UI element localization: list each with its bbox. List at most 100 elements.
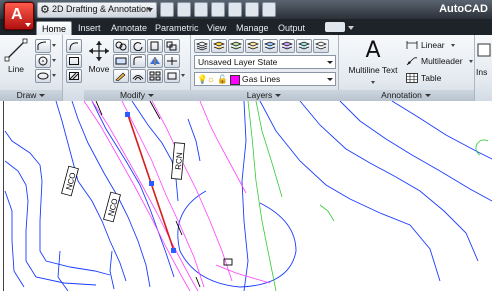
layer-previous-icon	[247, 41, 259, 50]
plot-icon[interactable]	[262, 2, 276, 17]
layer-state-value: Unsaved Layer State	[198, 57, 278, 67]
chevron-down-icon[interactable]	[52, 74, 56, 77]
grade-lines	[247, 101, 489, 291]
arc-icon	[69, 42, 79, 51]
drawing-area[interactable]: RCN NCO NCO	[0, 101, 492, 291]
rotate-button[interactable]	[130, 39, 146, 53]
draw-panel-title[interactable]: Draw	[0, 90, 62, 101]
tab-parametric[interactable]: Parametric	[150, 21, 204, 35]
table-button[interactable]: Table	[406, 72, 468, 84]
layer-unisolate-button[interactable]	[279, 39, 295, 53]
tab-output[interactable]: Output	[273, 21, 310, 35]
save-icon[interactable]	[194, 2, 208, 17]
chevron-down-icon	[148, 94, 155, 98]
scale-button[interactable]	[164, 39, 180, 53]
copy-button[interactable]	[113, 39, 129, 53]
ribbon-toggle-icon[interactable]	[325, 22, 345, 32]
array-button[interactable]	[147, 69, 163, 83]
ellipse-icon	[37, 72, 49, 80]
chevron-down-icon[interactable]	[52, 59, 56, 62]
annotation-panel-title[interactable]: Annotation	[338, 90, 474, 101]
draw-panel: Line Draw	[0, 35, 63, 101]
quick-access-toolbar	[160, 2, 276, 17]
rectangle-button[interactable]	[66, 54, 82, 68]
redo-icon[interactable]	[245, 2, 259, 17]
chevron-down-icon	[275, 94, 282, 98]
title-bar: ⚙ 2D Drafting & Annotation AutoCAD	[0, 0, 492, 19]
offset-icon	[132, 75, 144, 81]
arc-button[interactable]	[66, 39, 82, 53]
layer-off-icon	[315, 41, 327, 50]
tab-insert[interactable]: Insert	[73, 21, 106, 35]
drawing-canvas[interactable]: RCN NCO NCO	[0, 101, 492, 291]
tab-home[interactable]: Home	[36, 21, 73, 36]
workspace-switcher[interactable]: ⚙ 2D Drafting & Annotation	[37, 2, 157, 18]
chevron-down-icon	[327, 78, 333, 81]
layer-freeze-icon	[298, 41, 310, 50]
modify-panel-label: Modify	[119, 90, 146, 100]
ellipse-button[interactable]	[35, 69, 51, 83]
drawing-labels: RCN NCO NCO	[61, 142, 185, 223]
more-modify-button[interactable]	[164, 69, 180, 83]
save-as-icon[interactable]	[211, 2, 225, 17]
pencil-icon	[115, 72, 126, 81]
chevron-down-icon[interactable]	[348, 26, 354, 30]
layer-state-button[interactable]	[211, 39, 227, 53]
fillet-button[interactable]	[130, 54, 146, 68]
circle-button[interactable]	[35, 54, 51, 68]
trim-icon	[150, 41, 159, 51]
new-file-icon[interactable]	[160, 2, 174, 17]
insert-block-icon	[477, 43, 491, 57]
explode-button[interactable]	[164, 54, 180, 68]
insert-panel-partial: Ins	[474, 35, 492, 101]
line-button[interactable]: Line	[2, 38, 30, 74]
hatch-button[interactable]	[66, 69, 82, 83]
line-label: Line	[7, 64, 25, 74]
layer-unisolate-icon	[281, 41, 293, 50]
unlock-icon: 🔓	[217, 74, 228, 84]
rotate-icon	[133, 42, 143, 51]
offset-button[interactable]	[130, 69, 146, 83]
mirror-button[interactable]	[147, 54, 163, 68]
layer-previous-button[interactable]	[245, 39, 261, 53]
linear-dimension-button[interactable]: Linear	[406, 39, 468, 51]
gear-icon: ⚙	[40, 4, 50, 16]
stretch-button[interactable]	[113, 54, 129, 68]
trim-button[interactable]	[147, 39, 163, 53]
chevron-down-icon	[371, 81, 375, 84]
erase-button[interactable]	[113, 69, 129, 83]
sun-icon: ☼	[207, 74, 215, 84]
layers-panel-title[interactable]: Layers	[190, 90, 338, 101]
ribbon: Line Draw Move Modify Unsaved Layer Stat…	[0, 35, 492, 102]
open-file-icon[interactable]	[177, 2, 191, 17]
layer-dropdown[interactable]: 💡 ☼ 🔓 Gas Lines	[194, 72, 336, 86]
mirror-icon	[150, 57, 160, 65]
layer-isolate-button[interactable]	[262, 39, 278, 53]
layer-match-button[interactable]	[228, 39, 244, 53]
multiline-text-button[interactable]: A Multiline Text	[346, 37, 400, 84]
layer-state-dropdown[interactable]: Unsaved Layer State	[194, 55, 336, 69]
polyline-icon	[37, 41, 47, 50]
layers-panel-label: Layers	[246, 90, 273, 100]
annotation-panel: A Multiline Text Linear Multileader Tabl…	[338, 35, 475, 101]
tab-manage[interactable]: Manage	[231, 21, 274, 35]
chevron-down-icon[interactable]	[181, 74, 185, 77]
tab-annotate[interactable]: Annotate	[106, 21, 152, 35]
layer-stack-icon	[196, 41, 208, 51]
application-menu-button[interactable]: A	[4, 2, 34, 30]
modify-panel-title[interactable]: Modify	[84, 90, 190, 101]
layer-properties-button[interactable]	[194, 39, 210, 53]
polyline-button[interactable]	[35, 39, 51, 53]
rcn-label: RCN	[174, 152, 184, 170]
undo-icon[interactable]	[228, 2, 242, 17]
contour-lines	[4, 101, 492, 291]
layer-color-swatch	[230, 75, 240, 85]
layer-freeze-button[interactable]	[296, 39, 312, 53]
insert-label[interactable]: Ins	[476, 67, 487, 77]
multileader-button[interactable]: Multileader	[406, 55, 474, 67]
chevron-down-icon[interactable]	[52, 44, 56, 47]
tab-view[interactable]: View	[202, 21, 231, 35]
draw-panel-label: Draw	[16, 90, 37, 100]
layer-off-button[interactable]	[313, 39, 329, 53]
move-button[interactable]: Move	[86, 40, 112, 74]
